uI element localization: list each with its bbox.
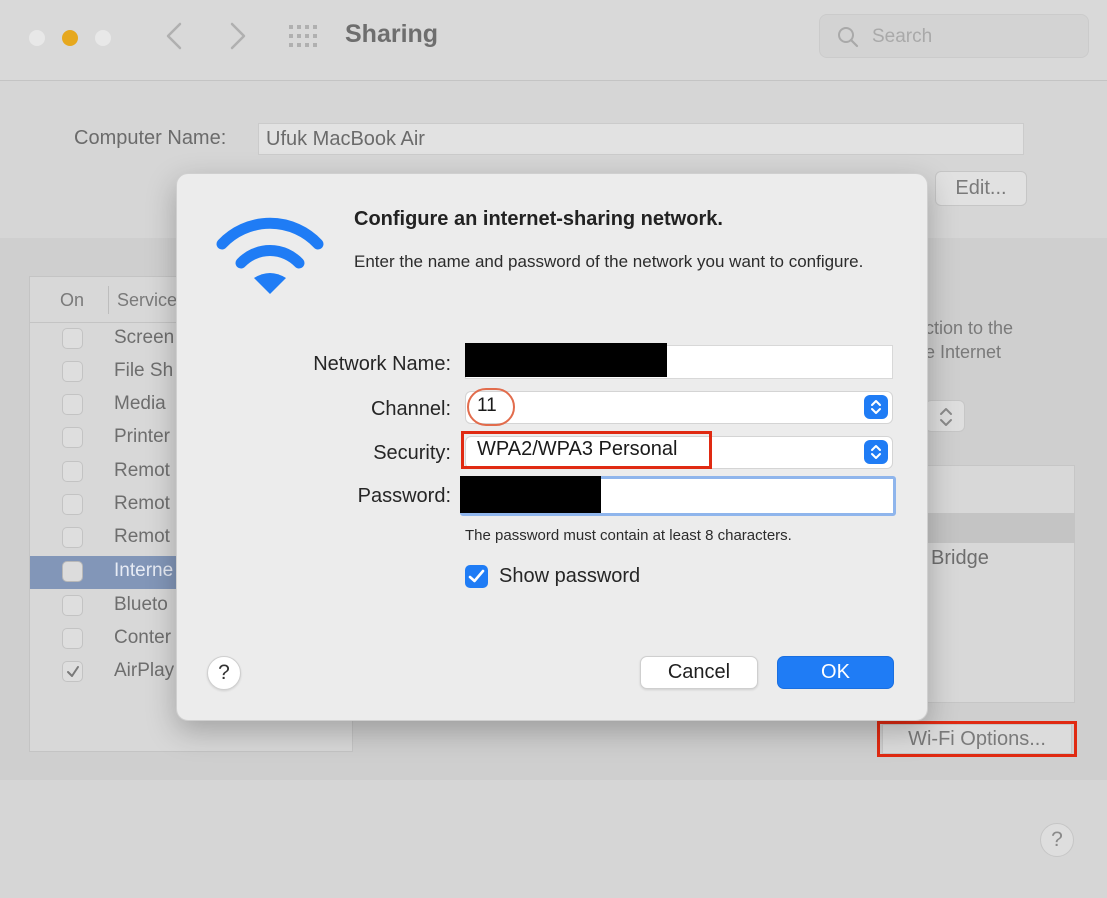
service-checkbox[interactable] xyxy=(62,328,83,349)
service-checkbox[interactable] xyxy=(62,394,83,415)
show-all-button[interactable] xyxy=(288,24,320,48)
redaction-block xyxy=(465,343,667,377)
service-checkbox[interactable] xyxy=(62,527,83,548)
password-label: Password: xyxy=(357,485,451,507)
dialog-description: Enter the name and password of the netwo… xyxy=(354,252,864,271)
search-field[interactable]: Search xyxy=(819,14,1089,58)
zoom-window-button[interactable] xyxy=(95,30,111,46)
checkmark-icon xyxy=(468,569,485,583)
chevron-right-icon xyxy=(230,22,246,50)
computer-name-label: Computer Name: xyxy=(74,127,227,149)
security-popup-arrows[interactable] xyxy=(864,440,888,464)
service-label: Screen xyxy=(114,327,175,348)
ok-button[interactable]: OK xyxy=(777,656,894,689)
service-label: File Sh xyxy=(114,360,174,381)
service-checkbox[interactable] xyxy=(62,461,83,482)
computer-name-field[interactable]: Ufuk MacBook Air xyxy=(258,123,1024,155)
grid-icon xyxy=(289,25,317,47)
annotation-highlight-box xyxy=(461,431,712,469)
service-label: Remot xyxy=(114,493,170,514)
service-description: ction to the e Internet xyxy=(925,318,1014,362)
service-checkbox[interactable] xyxy=(62,595,83,616)
service-checkbox[interactable] xyxy=(62,661,83,682)
edit-button[interactable]: Edit... xyxy=(935,171,1027,206)
search-icon xyxy=(838,27,859,48)
redaction-block xyxy=(460,476,601,513)
dialog-help-button[interactable]: ? xyxy=(207,656,241,690)
annotation-highlight-circle xyxy=(467,388,515,426)
service-checkbox[interactable] xyxy=(62,361,83,382)
channel-popup-arrows[interactable] xyxy=(864,395,888,419)
service-checkbox[interactable] xyxy=(62,561,83,582)
service-checkbox[interactable] xyxy=(62,427,83,448)
show-password-checkbox[interactable] xyxy=(465,565,488,588)
service-label: Interne xyxy=(114,560,174,581)
channel-label: Channel: xyxy=(370,398,451,420)
share-from-popup[interactable] xyxy=(925,400,965,432)
service-checkbox[interactable] xyxy=(62,494,83,515)
ports-list-selected-row[interactable] xyxy=(925,513,1075,543)
back-button[interactable] xyxy=(160,18,190,54)
wifi-icon xyxy=(216,217,324,294)
chevron-left-icon xyxy=(166,22,182,50)
port-item-bridge[interactable]: Bridge xyxy=(931,547,989,570)
updown-chevron-icon xyxy=(940,408,952,426)
header-divider xyxy=(108,286,109,314)
password-hint: The password must contain at least 8 cha… xyxy=(465,527,792,544)
channel-popup[interactable] xyxy=(465,391,893,424)
service-label: Remot xyxy=(114,526,170,547)
dialog-title: Configure an internet-sharing network. xyxy=(354,208,723,230)
service-label: Printer xyxy=(114,426,170,447)
annotation-highlight-box xyxy=(877,721,1077,757)
service-label: Remot xyxy=(114,460,170,481)
window-title: Sharing xyxy=(345,20,439,48)
security-label: Security: xyxy=(373,442,451,464)
services-header-on[interactable]: On xyxy=(60,290,84,311)
service-label: Conter xyxy=(114,627,172,648)
forward-button[interactable] xyxy=(222,18,252,54)
service-label: AirPlay xyxy=(114,660,175,681)
updown-chevron-icon xyxy=(871,445,881,459)
updown-chevron-icon xyxy=(871,400,881,414)
close-window-button[interactable] xyxy=(29,30,45,46)
minimize-window-button[interactable] xyxy=(62,30,78,46)
cancel-button[interactable]: Cancel xyxy=(640,656,758,689)
ports-list[interactable] xyxy=(925,465,1075,703)
services-header-service[interactable]: Service xyxy=(117,290,177,311)
search-placeholder: Search xyxy=(872,26,933,47)
network-name-label: Network Name: xyxy=(313,353,451,375)
service-checkbox[interactable] xyxy=(62,628,83,649)
checkmark-icon xyxy=(67,666,79,677)
service-label: Blueto xyxy=(114,594,168,615)
service-label: Media xyxy=(114,393,166,414)
help-button[interactable]: ? xyxy=(1040,823,1074,857)
show-password-label[interactable]: Show password xyxy=(499,565,640,588)
